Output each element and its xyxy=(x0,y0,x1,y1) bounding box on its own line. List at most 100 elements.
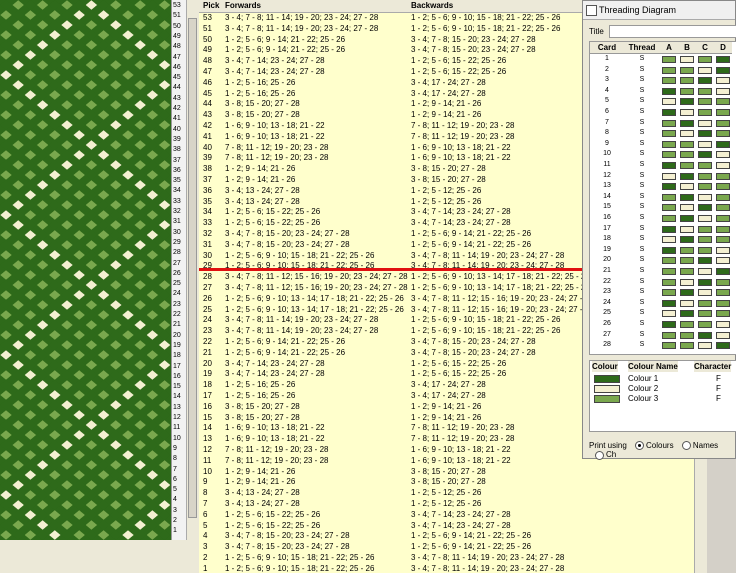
thread-colour-cell[interactable] xyxy=(662,204,676,212)
thread-colour-cell[interactable] xyxy=(698,289,712,297)
thread-colour-cell[interactable] xyxy=(716,130,730,138)
thread-colour-cell[interactable] xyxy=(662,321,676,328)
thread-colour-cell[interactable] xyxy=(680,109,694,116)
thread-colour-cell[interactable] xyxy=(716,236,730,244)
thread-colour-cell[interactable] xyxy=(698,225,712,233)
thread-colour-cell[interactable] xyxy=(698,183,712,191)
thread-colour-cell[interactable] xyxy=(680,225,694,233)
thread-direction[interactable]: S xyxy=(624,76,660,83)
radio-characters-label[interactable]: Ch xyxy=(606,450,616,459)
thread-colour-cell[interactable] xyxy=(680,119,694,127)
table-row[interactable]: 3 3 - 4; 7 - 8; 15 - 20; 23 - 24; 27 - 28… xyxy=(199,542,694,553)
thread-direction[interactable]: S xyxy=(624,309,660,316)
thread-colour-cell[interactable] xyxy=(680,342,694,350)
thread-colour-cell[interactable] xyxy=(716,321,730,328)
thread-colour-cell[interactable] xyxy=(662,109,676,116)
thread-direction[interactable]: S xyxy=(624,150,660,157)
thread-colour-cell[interactable] xyxy=(680,172,694,180)
thread-colour-cell[interactable] xyxy=(698,140,712,148)
thread-colour-cell[interactable] xyxy=(662,98,676,106)
thread-direction[interactable]: S xyxy=(624,161,660,168)
title-input[interactable] xyxy=(609,25,736,38)
thread-direction[interactable]: S xyxy=(624,288,660,295)
thread-colour-cell[interactable] xyxy=(716,215,730,222)
thread-colour-cell[interactable] xyxy=(662,56,676,63)
thread-direction[interactable]: S xyxy=(624,108,660,115)
thread-colour-cell[interactable] xyxy=(662,162,676,169)
thread-colour-cell[interactable] xyxy=(662,77,676,85)
thread-colour-cell[interactable] xyxy=(716,278,730,286)
thread-colour-cell[interactable] xyxy=(680,257,694,265)
thread-colour-cell[interactable] xyxy=(716,56,730,63)
thread-direction[interactable]: S xyxy=(624,172,660,179)
thread-colour-cell[interactable] xyxy=(716,310,730,318)
thread-direction[interactable]: S xyxy=(624,267,660,274)
thread-colour-cell[interactable] xyxy=(662,225,676,233)
thread-colour-cell[interactable] xyxy=(662,310,676,318)
thread-colour-cell[interactable] xyxy=(698,299,712,307)
thread-colour-cell[interactable] xyxy=(716,140,730,148)
thread-colour-cell[interactable] xyxy=(662,119,676,127)
thread-colour-cell[interactable] xyxy=(680,215,694,222)
thread-colour-cell[interactable] xyxy=(698,172,712,180)
thread-colour-cell[interactable] xyxy=(680,130,694,138)
thread-colour-cell[interactable] xyxy=(698,268,712,275)
thread-colour-cell[interactable] xyxy=(662,66,676,74)
thread-colour-cell[interactable] xyxy=(680,299,694,307)
thread-colour-cell[interactable] xyxy=(716,246,730,254)
table-row[interactable]: 7 3 - 4; 13 - 24; 27 - 28 1 - 2; 5 - 12; 2… xyxy=(199,499,694,510)
colour-swatch[interactable] xyxy=(594,395,620,403)
thread-direction[interactable]: S xyxy=(624,55,660,62)
radio-colours[interactable] xyxy=(635,441,645,451)
thread-colour-cell[interactable] xyxy=(662,215,676,222)
thread-colour-cell[interactable] xyxy=(662,183,676,191)
thread-colour-cell[interactable] xyxy=(698,109,712,116)
thread-direction[interactable]: S xyxy=(624,256,660,263)
table-row[interactable]: 5 1 - 2; 5 - 6; 15 - 22; 25 - 26 3 - 4; 7 … xyxy=(199,521,694,532)
radio-names[interactable] xyxy=(681,441,691,451)
thread-colour-cell[interactable] xyxy=(698,342,712,350)
thread-colour-cell[interactable] xyxy=(698,321,712,328)
thread-direction[interactable]: S xyxy=(624,320,660,327)
thread-colour-cell[interactable] xyxy=(698,257,712,265)
thread-colour-cell[interactable] xyxy=(680,310,694,318)
thread-colour-cell[interactable] xyxy=(680,98,694,106)
thread-colour-cell[interactable] xyxy=(716,109,730,116)
table-row[interactable]: 10 1 - 2; 9 - 14; 21 - 26 3 - 8; 15 - 20; … xyxy=(199,467,694,478)
thread-colour-cell[interactable] xyxy=(662,130,676,138)
radio-colours-label[interactable]: Colours xyxy=(646,441,674,450)
thread-colour-cell[interactable] xyxy=(680,204,694,212)
thread-colour-cell[interactable] xyxy=(716,87,730,95)
thread-direction[interactable]: S xyxy=(624,119,660,126)
thread-colour-cell[interactable] xyxy=(698,310,712,318)
thread-direction[interactable]: S xyxy=(624,341,660,348)
thread-colour-cell[interactable] xyxy=(716,183,730,191)
thread-colour-cell[interactable] xyxy=(680,268,694,275)
thread-colour-cell[interactable] xyxy=(716,289,730,297)
table-row[interactable]: 1 1 - 2; 5 - 6; 9 - 10; 15 - 18; 21 - 22;… xyxy=(199,564,694,573)
thread-colour-cell[interactable] xyxy=(680,56,694,63)
thread-colour-cell[interactable] xyxy=(662,140,676,148)
thread-direction[interactable]: S xyxy=(624,87,660,94)
thread-colour-cell[interactable] xyxy=(680,162,694,169)
thread-colour-cell[interactable] xyxy=(662,257,676,265)
thread-colour-cell[interactable] xyxy=(716,151,730,159)
table-row[interactable]: 2 1 - 2; 5 - 6; 9 - 10; 15 - 18; 21 - 22;… xyxy=(199,553,694,564)
thread-colour-cell[interactable] xyxy=(716,119,730,127)
thread-colour-cell[interactable] xyxy=(716,331,730,339)
thread-colour-cell[interactable] xyxy=(698,331,712,339)
thread-colour-cell[interactable] xyxy=(680,331,694,339)
thread-colour-cell[interactable] xyxy=(680,66,694,74)
thread-colour-cell[interactable] xyxy=(680,183,694,191)
thread-colour-cell[interactable] xyxy=(716,77,730,85)
thread-colour-cell[interactable] xyxy=(680,87,694,95)
thread-colour-cell[interactable] xyxy=(698,236,712,244)
thread-direction[interactable]: S xyxy=(624,182,660,189)
thread-colour-cell[interactable] xyxy=(698,119,712,127)
table-row[interactable]: 9 1 - 2; 9 - 14; 21 - 26 3 - 8; 15 - 20; 2… xyxy=(199,477,694,488)
radio-characters[interactable] xyxy=(595,450,604,460)
table-row[interactable]: 6 1 - 2; 5 - 6; 15 - 22; 25 - 26 3 - 4; 7 … xyxy=(199,510,694,521)
thread-colour-cell[interactable] xyxy=(698,215,712,222)
thread-direction[interactable]: S xyxy=(624,299,660,306)
thread-colour-cell[interactable] xyxy=(716,268,730,275)
